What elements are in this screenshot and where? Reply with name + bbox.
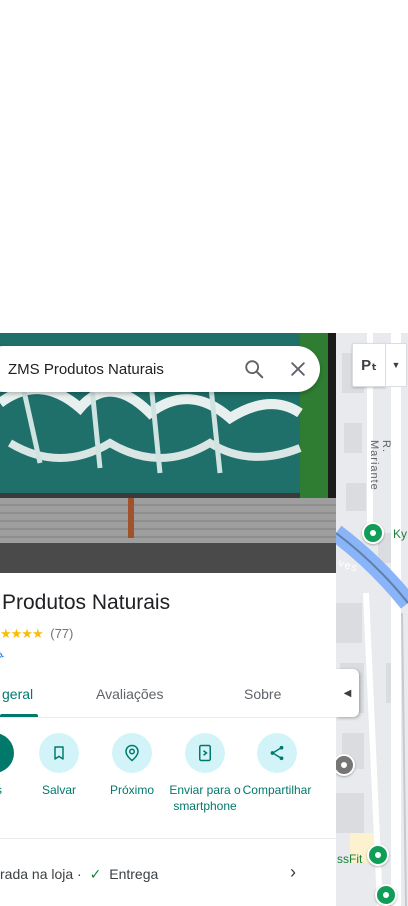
share-button[interactable]: Compartilhar bbox=[237, 733, 317, 798]
collapse-panel-button[interactable]: ◀ bbox=[336, 669, 359, 717]
place-panel: geral Avaliações Sobre bbox=[0, 333, 336, 906]
map-pin-bottom[interactable] bbox=[375, 884, 397, 906]
layers-icon: Pₜ bbox=[361, 357, 377, 374]
place-tabs: geral Avaliações Sobre bbox=[0, 672, 336, 718]
search-icon[interactable] bbox=[232, 347, 276, 391]
map-canvas[interactable] bbox=[336, 333, 408, 906]
nearby-icon bbox=[112, 733, 152, 773]
map-pin-gray[interactable] bbox=[333, 754, 355, 776]
map-pin-fitness[interactable] bbox=[367, 844, 389, 866]
chevron-left-icon: ◀ bbox=[343, 687, 352, 699]
service-pickup: rada na loja · bbox=[0, 866, 82, 882]
poi-label-fitness[interactable]: ssFit bbox=[337, 852, 362, 866]
section-divider bbox=[0, 838, 336, 839]
map-layer-dropdown[interactable]: ▼ bbox=[385, 343, 407, 387]
tab-about[interactable]: Sobre bbox=[244, 686, 281, 702]
send-to-phone-button[interactable]: Enviar para o smartphone bbox=[165, 733, 245, 814]
map-pin-ky[interactable] bbox=[362, 522, 384, 544]
action-label-save: Salvar bbox=[41, 783, 76, 797]
action-label-send: Enviar para o smartphone bbox=[169, 783, 241, 813]
nearby-button[interactable]: Próximo bbox=[92, 733, 172, 798]
active-tab-indicator bbox=[0, 714, 38, 717]
directions-icon bbox=[0, 733, 14, 773]
road-label-mariante: R. Mariante bbox=[368, 440, 392, 491]
caret-down-icon: ▼ bbox=[391, 360, 401, 370]
check-icon: ✓ bbox=[89, 866, 102, 882]
share-icon bbox=[257, 733, 297, 773]
review-count[interactable]: (77) bbox=[50, 626, 73, 641]
tab-reviews[interactable]: Avaliações bbox=[96, 686, 163, 702]
tab-overview[interactable]: geral bbox=[2, 686, 33, 702]
close-icon[interactable] bbox=[276, 347, 320, 391]
bookmark-icon bbox=[39, 733, 79, 773]
phone-send-icon bbox=[185, 733, 225, 773]
search-box[interactable]: ZMS Produtos Naturais bbox=[0, 346, 320, 392]
accessibility-icon: ♿ bbox=[0, 646, 6, 662]
save-button[interactable]: Salvar bbox=[19, 733, 99, 798]
service-options-row[interactable]: rada na loja · ✓ Entrega bbox=[0, 866, 158, 883]
service-delivery: Entrega bbox=[109, 866, 159, 882]
star-rating-icons: ★★★★ bbox=[0, 626, 44, 641]
rating-row[interactable]: ★★★★ (77) bbox=[0, 626, 73, 642]
screen: R. Mariante ves Ky ssFit Pₜ ▼ ◀ geral Av… bbox=[0, 0, 408, 906]
action-label-nearby: Próximo bbox=[109, 783, 154, 797]
search-input[interactable]: ZMS Produtos Naturais bbox=[8, 361, 232, 378]
map-graphics bbox=[336, 333, 408, 906]
map-layer-button[interactable]: Pₜ bbox=[352, 343, 386, 387]
chevron-right-icon[interactable]: › bbox=[290, 862, 296, 883]
action-label-share: Compartilhar bbox=[242, 783, 312, 797]
poi-label-ky[interactable]: Ky bbox=[393, 527, 407, 541]
place-title: Produtos Naturais bbox=[2, 591, 171, 614]
